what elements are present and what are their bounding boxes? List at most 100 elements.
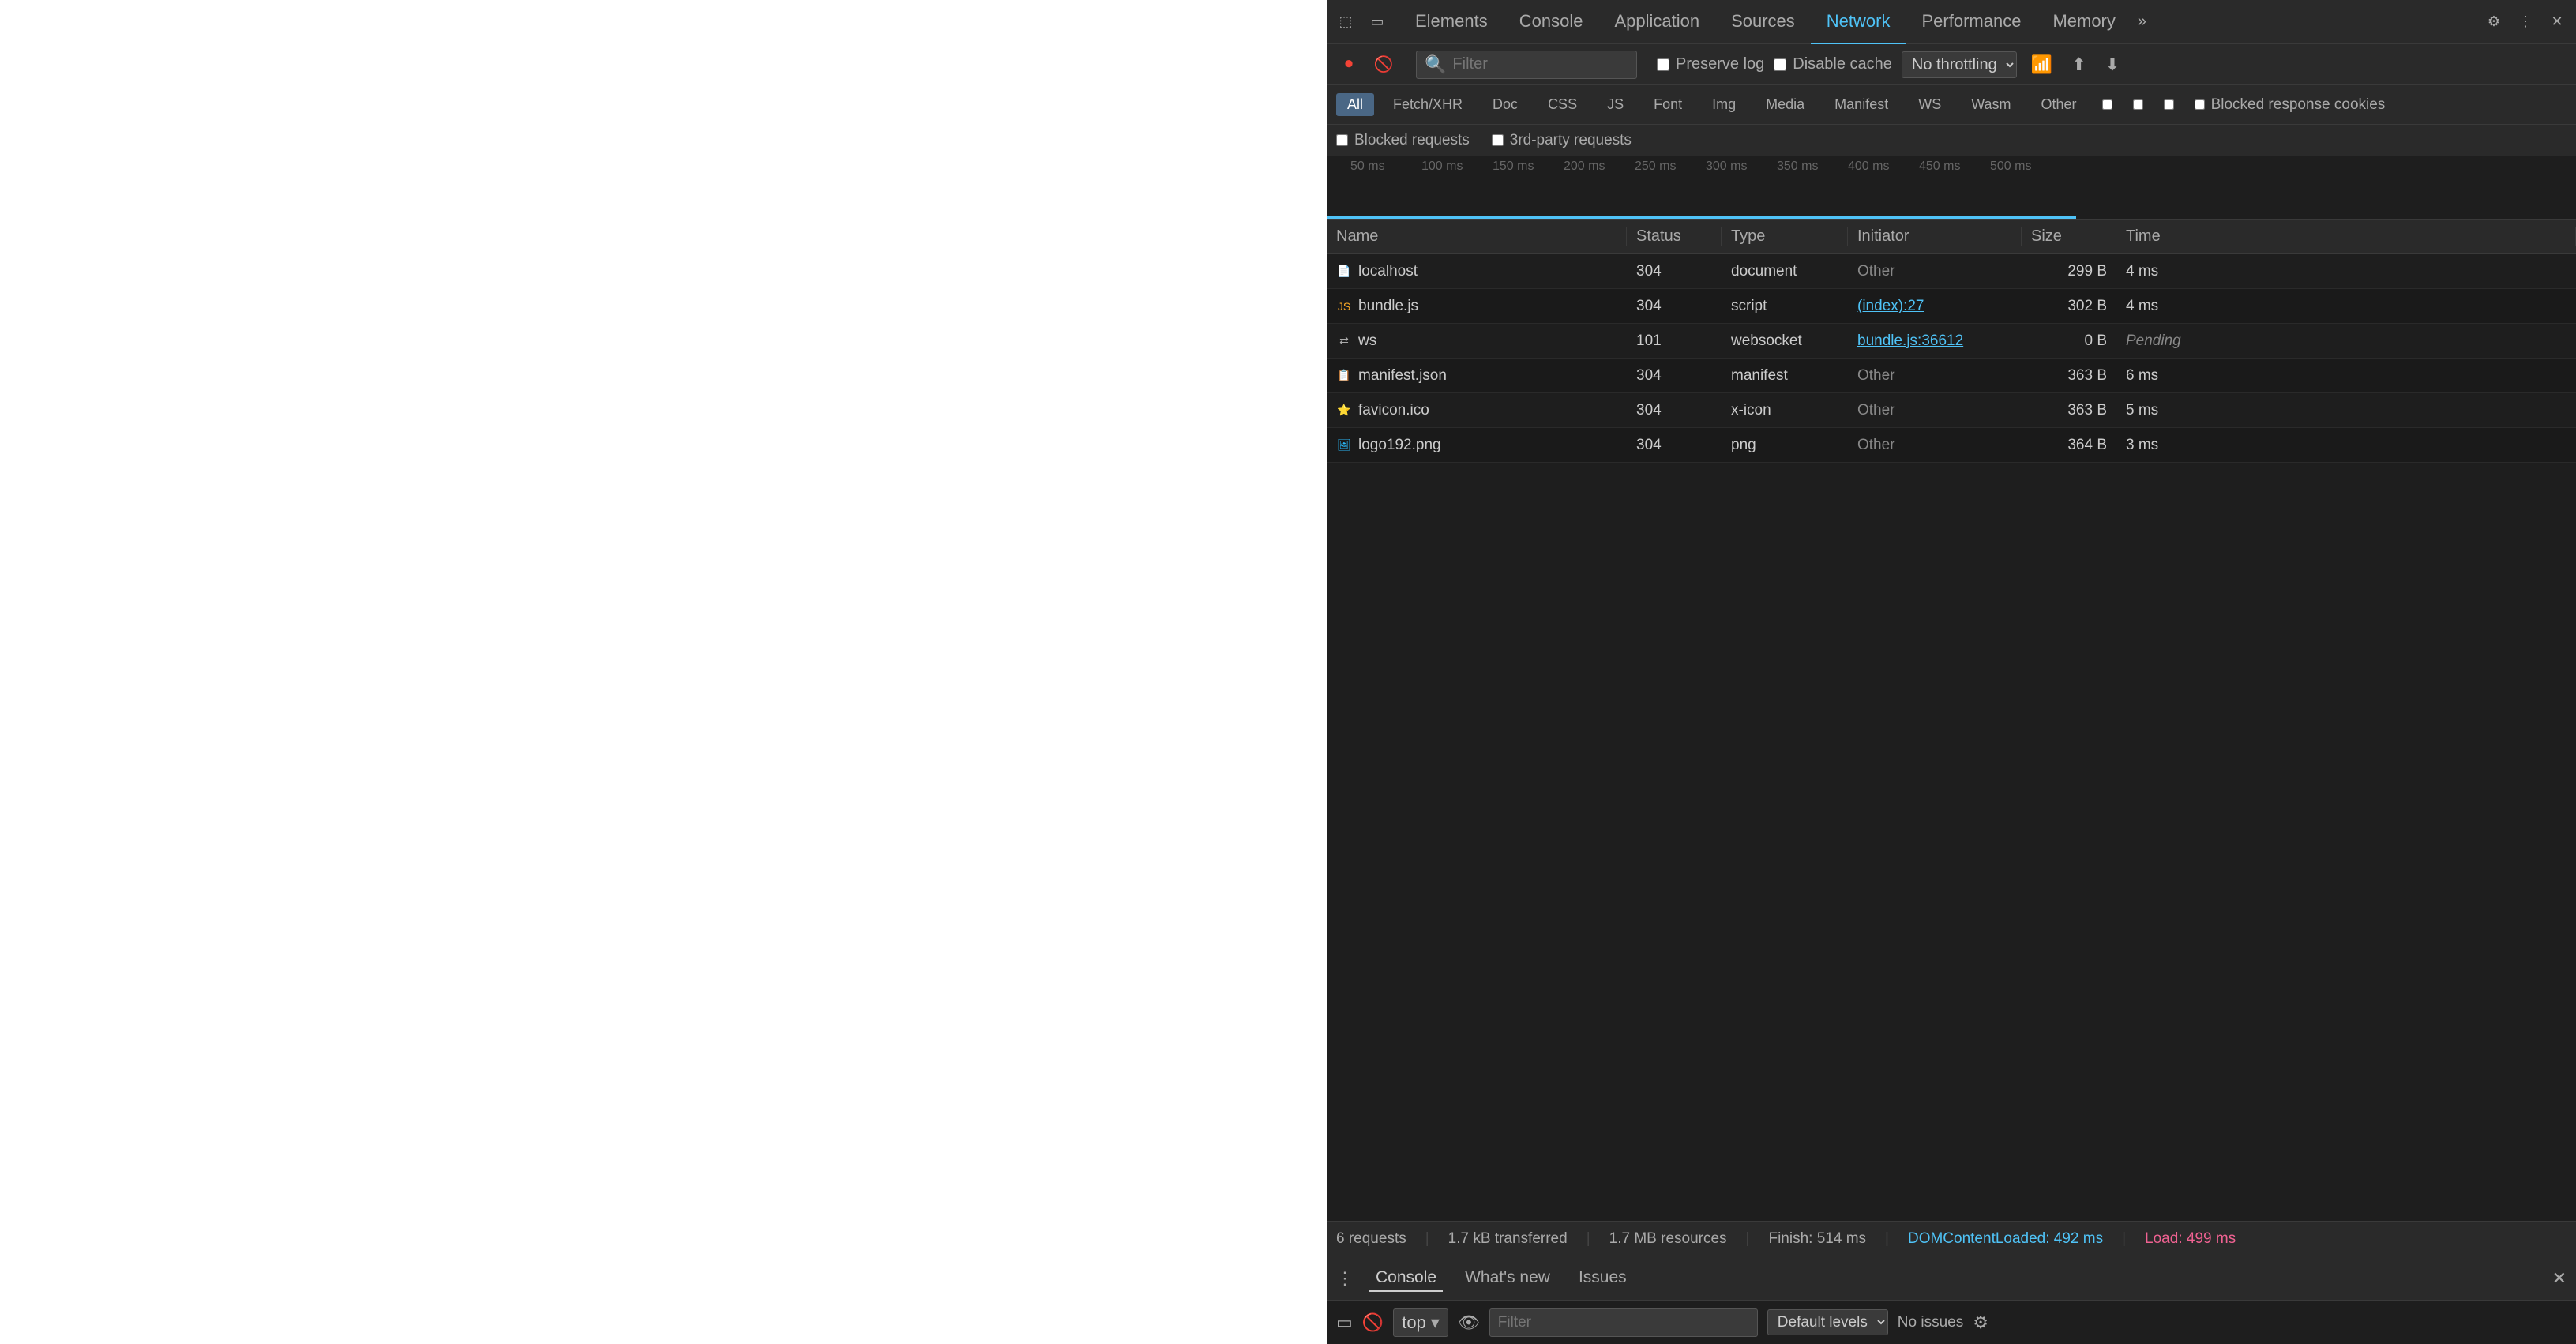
tab-network[interactable]: Network bbox=[1811, 0, 1906, 44]
file-icon-manifest: 📋 bbox=[1336, 368, 1352, 384]
filter-search[interactable]: 🔍 bbox=[1416, 51, 1637, 79]
filter-btn-css[interactable]: CSS bbox=[1537, 93, 1588, 116]
row-status-1: 304 bbox=[1627, 298, 1722, 315]
customize-icon[interactable]: ⋮ bbox=[2513, 9, 2538, 35]
col-header-size[interactable]: Size bbox=[2022, 227, 2116, 246]
filter-btn-font[interactable]: Font bbox=[1643, 93, 1693, 116]
inspect-icon[interactable]: ⬚ bbox=[1333, 9, 1358, 35]
tab-sources[interactable]: Sources bbox=[1715, 0, 1811, 44]
log-levels-select[interactable]: Default levels bbox=[1767, 1309, 1888, 1335]
no-issues-label: No issues bbox=[1898, 1314, 1963, 1331]
network-request-list[interactable]: 📄 localhost 304 document Other 299 B 4 m… bbox=[1327, 254, 2576, 1221]
row-name-localhost[interactable]: 📄 localhost bbox=[1327, 263, 1627, 280]
status-load: Load: 499 ms bbox=[2145, 1230, 2236, 1248]
blocked-requests-item[interactable]: Blocked requests bbox=[1336, 132, 1470, 149]
tab-application[interactable]: Application bbox=[1598, 0, 1715, 44]
requests-checkbox-row: Blocked requests 3rd-party requests bbox=[1327, 125, 2576, 156]
tab-console[interactable]: Console bbox=[1504, 0, 1599, 44]
table-row[interactable]: JS bundle.js 304 script (index):27 302 B… bbox=[1327, 289, 2576, 324]
col-header-initiator[interactable]: Initiator bbox=[1848, 227, 2022, 246]
invert-checkbox[interactable] bbox=[2102, 99, 2112, 110]
more-tabs-icon[interactable]: » bbox=[2131, 13, 2153, 31]
row-time-3: 6 ms bbox=[2116, 367, 2576, 385]
top-selector[interactable]: top ▾ bbox=[1393, 1308, 1448, 1337]
row-type-3: manifest bbox=[1722, 367, 1848, 385]
row-name-manifest[interactable]: 📋 manifest.json bbox=[1327, 367, 1627, 385]
preserve-log-checkbox[interactable] bbox=[1657, 58, 1669, 71]
row-type-2: websocket bbox=[1722, 332, 1848, 350]
console-tab-bar: ⋮ Console What's new Issues ✕ bbox=[1327, 1256, 2576, 1300]
row-name-ws[interactable]: ⇄ ws bbox=[1327, 332, 1627, 350]
download-icon[interactable]: ⬇ bbox=[2101, 51, 2124, 78]
tick-500ms: 500 ms bbox=[1990, 160, 2031, 174]
row-initiator-1[interactable]: (index):27 bbox=[1848, 298, 2022, 315]
row-size-4: 363 B bbox=[2022, 402, 2116, 419]
settings-gear-icon[interactable]: ⚙ bbox=[2481, 9, 2507, 35]
tab-memory[interactable]: Memory bbox=[2037, 0, 2131, 44]
hide-data-urls-checkbox[interactable] bbox=[2133, 99, 2143, 110]
col-header-type[interactable]: Type bbox=[1722, 227, 1848, 246]
bottom-clear-icon[interactable]: 🚫 bbox=[1362, 1312, 1384, 1333]
col-header-status[interactable]: Status bbox=[1627, 227, 1722, 246]
record-button[interactable]: ⏺ bbox=[1336, 52, 1361, 77]
bottom-layout-icon[interactable]: ▭ bbox=[1336, 1312, 1353, 1333]
filter-btn-manifest[interactable]: Manifest bbox=[1823, 93, 1899, 116]
third-party-item[interactable]: 3rd-party requests bbox=[1492, 132, 1632, 149]
tab-elements[interactable]: Elements bbox=[1399, 0, 1504, 44]
tick-200ms: 200 ms bbox=[1564, 160, 1605, 174]
console-tab-console[interactable]: Console bbox=[1369, 1265, 1443, 1292]
table-row[interactable]: ⇄ ws 101 websocket bundle.js:36612 0 B P… bbox=[1327, 324, 2576, 359]
table-row[interactable]: 🖼 logo192.png 304 png Other 364 B 3 ms bbox=[1327, 428, 2576, 463]
row-name-favicon[interactable]: ⭐ favicon.ico bbox=[1327, 402, 1627, 419]
filter-btn-media[interactable]: Media bbox=[1755, 93, 1816, 116]
preserve-log-group: Preserve log bbox=[1657, 55, 1764, 73]
blocked-response-checkbox[interactable] bbox=[2195, 99, 2205, 110]
filter-btn-js[interactable]: JS bbox=[1596, 93, 1635, 116]
throttle-select[interactable]: No throttling bbox=[1902, 51, 2017, 78]
row-initiator-2[interactable]: bundle.js:36612 bbox=[1848, 332, 2022, 350]
tab-performance[interactable]: Performance bbox=[1906, 0, 2037, 44]
tick-250ms: 250 ms bbox=[1635, 160, 1676, 174]
wifi-icon[interactable]: 📶 bbox=[2026, 51, 2057, 78]
filter-btn-doc[interactable]: Doc bbox=[1481, 93, 1529, 116]
tick-450ms: 450 ms bbox=[1919, 160, 1960, 174]
row-type-0: document bbox=[1722, 263, 1848, 280]
filter-btn-ws[interactable]: WS bbox=[1907, 93, 1952, 116]
console-bottom-bar: ▭ 🚫 top ▾ 👁 Default levels No issues ⚙ bbox=[1327, 1300, 2576, 1344]
table-row[interactable]: ⭐ favicon.ico 304 x-icon Other 363 B 5 m… bbox=[1327, 393, 2576, 428]
blocked-requests-checkbox[interactable] bbox=[1336, 134, 1348, 146]
console-menu-icon[interactable]: ⋮ bbox=[1336, 1268, 1354, 1289]
filter-btn-all[interactable]: All bbox=[1336, 93, 1374, 116]
row-initiator-4: Other bbox=[1848, 402, 2022, 419]
device-icon[interactable]: ▭ bbox=[1365, 9, 1390, 35]
upload-icon[interactable]: ⬆ bbox=[2067, 51, 2090, 78]
filter-btn-other[interactable]: Other bbox=[2030, 93, 2088, 116]
console-close-icon[interactable]: ✕ bbox=[2552, 1268, 2567, 1289]
file-icon-doc: 📄 bbox=[1336, 264, 1352, 280]
filter-btn-img[interactable]: Img bbox=[1701, 93, 1747, 116]
row-name-bundle[interactable]: JS bundle.js bbox=[1327, 298, 1627, 315]
table-row[interactable]: 📋 manifest.json 304 manifest Other 363 B… bbox=[1327, 359, 2576, 393]
eye-icon[interactable]: 👁 bbox=[1458, 1312, 1480, 1333]
row-type-1: script bbox=[1722, 298, 1848, 315]
filter-btn-wasm[interactable]: Wasm bbox=[1960, 93, 2022, 116]
bottom-settings-icon[interactable]: ⚙ bbox=[1973, 1312, 1988, 1333]
clear-button[interactable]: 🚫 bbox=[1371, 52, 1396, 77]
filter-input[interactable] bbox=[1452, 55, 1628, 73]
console-tab-whats-new[interactable]: What's new bbox=[1459, 1265, 1556, 1292]
row-name-logo[interactable]: 🖼 logo192.png bbox=[1327, 437, 1627, 454]
network-table-header: Name Status Type Initiator Size Time bbox=[1327, 220, 2576, 254]
row-time-1: 4 ms bbox=[2116, 298, 2576, 315]
console-tab-issues[interactable]: Issues bbox=[1572, 1265, 1633, 1292]
hide-extension-urls-checkbox[interactable] bbox=[2164, 99, 2174, 110]
close-devtools-icon[interactable]: ✕ bbox=[2544, 9, 2570, 35]
third-party-checkbox[interactable] bbox=[1492, 134, 1504, 146]
table-row[interactable]: 📄 localhost 304 document Other 299 B 4 m… bbox=[1327, 254, 2576, 289]
disable-cache-checkbox[interactable] bbox=[1774, 58, 1786, 71]
row-type-5: png bbox=[1722, 437, 1848, 454]
filter-btn-fetch[interactable]: Fetch/XHR bbox=[1382, 93, 1474, 116]
col-header-time[interactable]: Time bbox=[2116, 227, 2576, 246]
console-filter-input[interactable] bbox=[1489, 1308, 1758, 1337]
filename: ws bbox=[1358, 332, 1376, 350]
col-header-name[interactable]: Name bbox=[1327, 227, 1627, 246]
